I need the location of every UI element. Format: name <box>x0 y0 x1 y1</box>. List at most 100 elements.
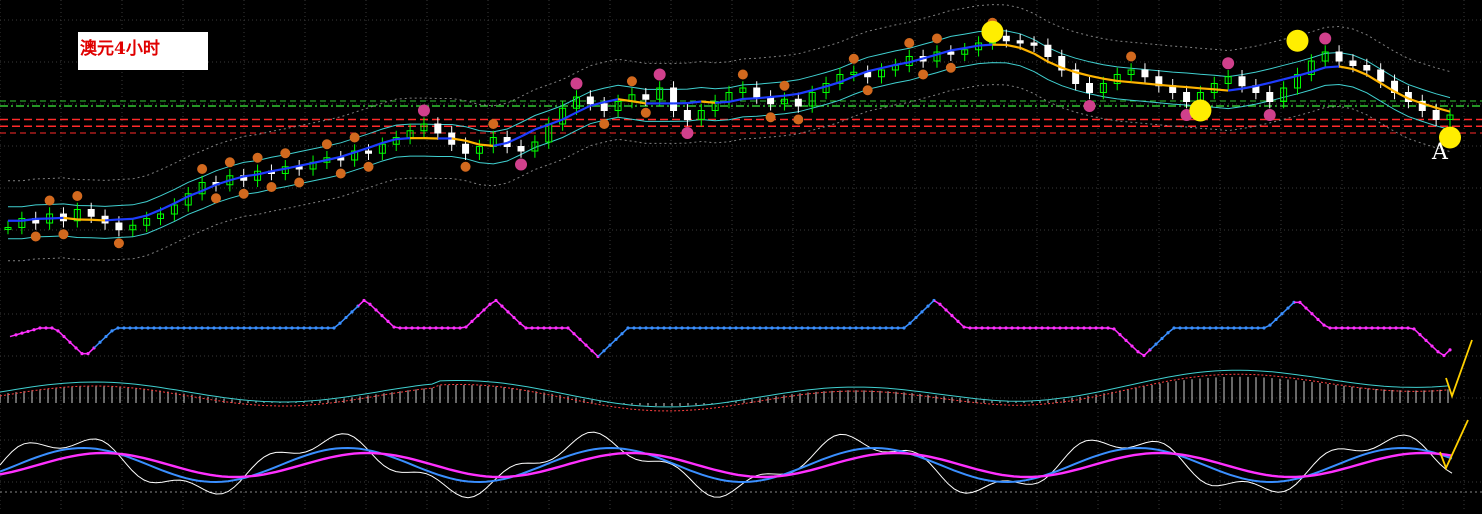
pivot-marker <box>779 81 789 91</box>
moving-average-segment <box>771 96 785 97</box>
moving-average-segment <box>1103 79 1117 81</box>
moving-average-segment <box>743 98 757 99</box>
pivot-marker <box>211 193 221 203</box>
pivot-marker <box>681 127 693 139</box>
chart-title: 澳元4小时 <box>80 34 160 59</box>
pivot-marker <box>627 76 637 86</box>
pivot-marker <box>849 54 859 64</box>
envelope-upper <box>8 31 1450 207</box>
moving-average-segment <box>1006 45 1020 48</box>
pivot-marker <box>1222 57 1234 69</box>
candle-body <box>1045 45 1051 56</box>
moving-average-segment <box>1020 48 1034 54</box>
candle-body <box>1378 70 1384 81</box>
pivot-marker <box>738 70 748 80</box>
moving-average-segment <box>147 210 161 216</box>
moving-average-segment <box>784 94 798 96</box>
moving-average-segment <box>868 68 882 71</box>
candle-body <box>1239 77 1245 86</box>
moving-average-segment <box>563 112 577 119</box>
moving-average-segment <box>882 65 896 68</box>
moving-average-segment <box>1311 67 1325 72</box>
moving-average-segment <box>244 174 258 176</box>
stoch-slow-line <box>0 453 1452 477</box>
pivot-marker <box>197 164 207 174</box>
moving-average-segment <box>965 46 979 49</box>
moving-average-segment <box>1270 79 1284 83</box>
pivot-marker <box>1264 109 1276 121</box>
moving-average-segment <box>91 220 105 221</box>
moving-average-segment <box>826 82 840 86</box>
moving-average-segment <box>1228 89 1242 91</box>
pivot-marker <box>1084 100 1096 112</box>
candle-body <box>88 210 94 217</box>
pivot-marker <box>641 108 651 118</box>
pivot-marker <box>364 162 374 172</box>
wave-3-marker <box>981 21 1003 43</box>
pivot-marker <box>488 119 498 129</box>
candle-body <box>1350 61 1356 66</box>
chart-svg <box>0 0 1482 510</box>
candle-body <box>1031 43 1037 45</box>
pivot-marker <box>280 148 290 158</box>
stoch-fast-line <box>0 432 1452 498</box>
moving-average-segment <box>479 145 493 146</box>
chart-canvas <box>0 0 1482 510</box>
pivot-marker <box>253 153 263 163</box>
candle-body <box>948 52 954 54</box>
macd-line <box>0 370 1448 407</box>
moving-average-segment <box>632 101 646 103</box>
pivot-marker <box>322 139 332 149</box>
candle-body <box>587 97 593 104</box>
moving-average-segment <box>895 62 909 65</box>
moving-average-segment <box>341 152 355 157</box>
pivot-marker <box>225 157 235 167</box>
pivot-marker <box>45 196 55 206</box>
moving-average-segment <box>1200 88 1214 89</box>
pivot-marker <box>599 119 609 129</box>
moving-average-segment <box>1339 66 1353 69</box>
pivot-marker <box>793 115 803 125</box>
moving-average-segment <box>840 76 854 82</box>
annotation-a: A <box>1432 140 1448 165</box>
moving-average-segment <box>1117 81 1131 82</box>
chart-title-box: 澳元4小时 <box>78 32 208 70</box>
candle-body <box>1336 52 1342 61</box>
macd-signal-line <box>0 374 1448 411</box>
candle-body <box>1017 41 1023 43</box>
moving-average-segment <box>271 169 285 172</box>
candle-body <box>754 88 760 97</box>
candle-body <box>1184 93 1190 102</box>
candle-body <box>643 95 649 100</box>
candle-body <box>463 144 469 153</box>
candle-body <box>795 99 801 106</box>
pivot-marker <box>515 159 527 171</box>
moving-average-segment <box>979 45 993 46</box>
moving-average-segment <box>757 97 771 98</box>
wave-3-marker <box>1189 100 1211 122</box>
pivot-marker <box>294 178 304 188</box>
moving-average-segment <box>161 203 175 209</box>
pivot-marker <box>863 85 873 95</box>
moving-average-segment <box>1256 83 1270 86</box>
moving-average-segment <box>701 102 715 103</box>
pivot-marker <box>654 69 666 81</box>
moving-average-segment <box>1284 76 1298 80</box>
moving-average-segment <box>50 218 64 219</box>
candle-body <box>1003 36 1009 41</box>
moving-average-segment <box>1159 85 1173 86</box>
pivot-marker <box>904 38 914 48</box>
pivot-marker <box>1126 52 1136 62</box>
moving-average-segment <box>1173 86 1187 87</box>
pivot-marker <box>239 189 249 199</box>
moving-average-segment <box>715 102 729 103</box>
outer-band-lower <box>8 85 1450 261</box>
moving-average-segment <box>1214 89 1228 90</box>
wave-3-marker <box>1286 30 1308 52</box>
candle-body <box>435 124 441 133</box>
candle-body <box>116 223 122 230</box>
candle-body <box>1364 66 1370 71</box>
moving-average-segment <box>535 125 549 130</box>
step-oscillator-dot <box>1448 348 1451 351</box>
pivot-marker <box>461 162 471 172</box>
